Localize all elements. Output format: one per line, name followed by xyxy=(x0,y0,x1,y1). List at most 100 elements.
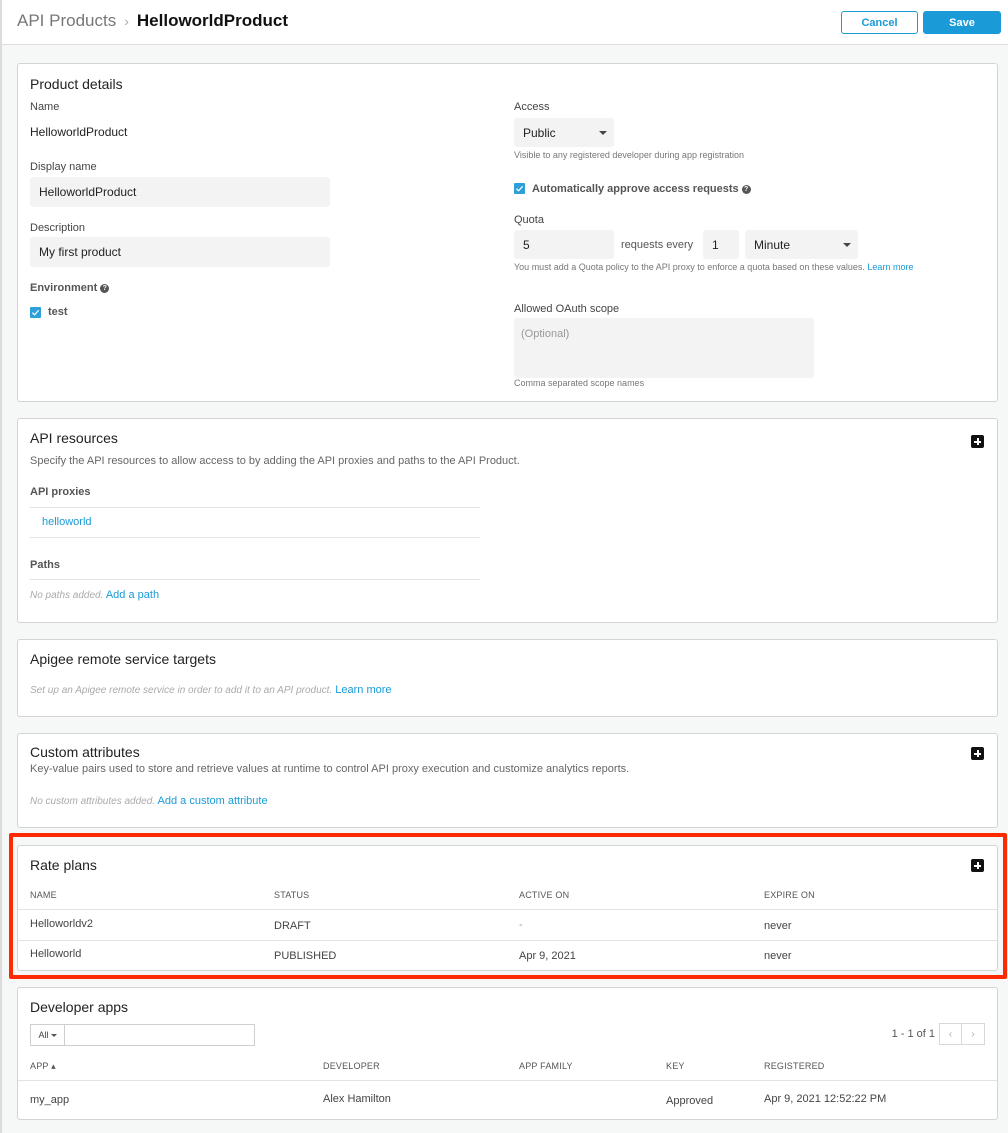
display-name-label: Display name xyxy=(30,161,97,173)
access-label: Access xyxy=(514,101,550,113)
developer-apps-card: Developer apps All 1 - 1 of 1 ‹ › APP ▴ … xyxy=(17,987,998,1120)
remote-targets-learn-more-link[interactable]: Learn more xyxy=(335,684,391,696)
quota-requests-every-label: requests every xyxy=(621,239,694,251)
product-details-card: Product details Name HelloworldProduct D… xyxy=(17,63,998,402)
quota-label: Quota xyxy=(514,214,544,226)
filter-search-input[interactable] xyxy=(65,1025,254,1045)
paths-label: Paths xyxy=(30,559,60,571)
rate-plan-expire-on: never xyxy=(764,950,792,962)
quota-unit-value: Minute xyxy=(754,237,791,252)
section-title: Apigee remote service targets xyxy=(30,651,216,667)
access-hint: Visible to any registered developer duri… xyxy=(514,150,744,160)
next-page-button[interactable]: › xyxy=(962,1023,985,1045)
rate-plans-card: Rate plans NAME STATUS ACTIVE ON EXPIRE … xyxy=(17,845,998,971)
quota-hint: You must add a Quota policy to the API p… xyxy=(514,262,913,272)
api-resources-card: API resources Specify the API resources … xyxy=(17,418,998,623)
column-header-app[interactable]: APP ▴ xyxy=(30,1061,56,1072)
custom-attributes-empty-row: No custom attributes added. Add a custom… xyxy=(30,795,268,807)
previous-page-button[interactable]: ‹ xyxy=(939,1023,962,1045)
divider xyxy=(30,579,480,580)
name-value: HelloworldProduct xyxy=(30,125,128,139)
left-border xyxy=(0,0,2,1133)
remote-service-targets-card: Apigee remote service targets Set up an … xyxy=(17,639,998,717)
quota-learn-more-link[interactable]: Learn more xyxy=(867,262,913,272)
column-header-developer[interactable]: DEVELOPER xyxy=(323,1061,380,1071)
add-custom-attribute-button[interactable] xyxy=(971,747,984,760)
section-title: API resources xyxy=(30,430,118,446)
add-path-link[interactable]: Add a path xyxy=(106,589,159,601)
rate-plan-name-link[interactable]: Helloworldv2 xyxy=(30,918,93,930)
proxy-link-helloworld[interactable]: helloworld xyxy=(42,516,92,528)
paths-empty-text: No paths added. xyxy=(30,590,104,601)
rate-plan-status: DRAFT xyxy=(274,920,311,932)
section-title: Product details xyxy=(30,76,123,92)
section-title: Custom attributes xyxy=(30,744,140,760)
quota-requests-input[interactable]: 5 xyxy=(514,230,614,259)
oauth-label: Allowed OAuth scope xyxy=(514,303,620,315)
quota-interval-input[interactable]: 1 xyxy=(703,230,739,259)
column-header-active-on[interactable]: ACTIVE ON xyxy=(519,890,569,900)
key-status: Approved xyxy=(666,1095,714,1107)
api-proxies-label: API proxies xyxy=(30,486,91,498)
section-description: Key-value pairs used to store and retrie… xyxy=(30,763,630,775)
registered-date: Apr 9, 2021 12:52:22 PM xyxy=(764,1093,887,1105)
environment-test-label: test xyxy=(48,306,68,318)
add-api-resource-button[interactable] xyxy=(971,435,984,448)
add-custom-attribute-link[interactable]: Add a custom attribute xyxy=(158,795,268,807)
section-title: Developer apps xyxy=(30,999,129,1015)
auto-approve-label: Automatically approve access requests? xyxy=(532,183,751,195)
environment-test-checkbox[interactable] xyxy=(30,307,41,318)
description-label: Description xyxy=(30,222,86,234)
column-header-registered[interactable]: REGISTERED xyxy=(764,1061,825,1071)
column-header-status[interactable]: STATUS xyxy=(274,890,309,900)
section-title: Rate plans xyxy=(30,857,97,873)
breadcrumb: API Products › HelloworldProduct xyxy=(17,11,288,31)
rate-plan-name-link[interactable]: Helloworld xyxy=(30,948,81,960)
help-icon[interactable]: ? xyxy=(741,185,751,194)
display-name-input[interactable]: HelloworldProduct xyxy=(30,177,330,207)
remote-targets-description: Set up an Apigee remote service in order… xyxy=(30,685,333,696)
chevron-right-icon: › xyxy=(124,13,129,29)
divider xyxy=(30,507,480,508)
page-title: HelloworldProduct xyxy=(136,11,289,30)
access-select[interactable]: Public xyxy=(514,118,614,147)
oauth-scope-input[interactable]: (Optional) xyxy=(514,318,814,378)
filter-type-select[interactable]: All xyxy=(31,1025,65,1045)
environment-label: Environment? xyxy=(30,282,110,294)
cancel-button[interactable]: Cancel xyxy=(841,11,918,34)
rate-plan-active-on: Apr 9, 2021 xyxy=(519,950,576,962)
help-icon[interactable]: ? xyxy=(100,284,110,293)
description-input[interactable]: My first product xyxy=(30,237,330,267)
page-header: API Products › HelloworldProduct Cancel … xyxy=(2,0,1008,45)
save-button[interactable]: Save xyxy=(923,11,1001,34)
column-header-key[interactable]: KEY xyxy=(666,1061,685,1071)
pagination: 1 - 1 of 1 ‹ › xyxy=(892,1023,985,1045)
column-header-name[interactable]: NAME xyxy=(30,890,57,900)
access-select-value: Public xyxy=(523,125,556,140)
pagination-text: 1 - 1 of 1 xyxy=(891,1028,935,1040)
caret-down-icon xyxy=(843,243,851,247)
add-rate-plan-button[interactable] xyxy=(971,859,984,872)
custom-attributes-card: Custom attributes Key-value pairs used t… xyxy=(17,733,998,828)
breadcrumb-api-products[interactable]: API Products xyxy=(17,11,116,31)
caret-down-icon xyxy=(50,1033,57,1037)
checkmark-icon xyxy=(515,185,524,192)
name-label: Name xyxy=(30,101,60,113)
developer-name-link[interactable]: Alex Hamilton xyxy=(323,1093,391,1105)
rate-plan-expire-on: never xyxy=(764,920,792,932)
divider xyxy=(18,940,997,941)
auto-approve-checkbox[interactable] xyxy=(514,183,525,194)
environment-label-text: Environment xyxy=(30,282,98,294)
app-name-link[interactable]: my_app xyxy=(30,1094,69,1106)
remote-targets-row: Set up an Apigee remote service in order… xyxy=(30,684,392,696)
quota-unit-select[interactable]: Minute xyxy=(745,230,858,259)
filter-type-value: All xyxy=(38,1030,49,1040)
section-description: Specify the API resources to allow acces… xyxy=(30,455,520,467)
oauth-hint: Comma separated scope names xyxy=(514,378,645,388)
caret-down-icon xyxy=(599,131,607,135)
paths-empty-row: No paths added. Add a path xyxy=(30,589,159,601)
column-header-expire-on[interactable]: EXPIRE ON xyxy=(764,890,815,900)
divider xyxy=(18,1080,997,1081)
auto-approve-label-text: Automatically approve access requests xyxy=(532,183,739,195)
column-header-app-family[interactable]: APP FAMILY xyxy=(519,1061,573,1071)
